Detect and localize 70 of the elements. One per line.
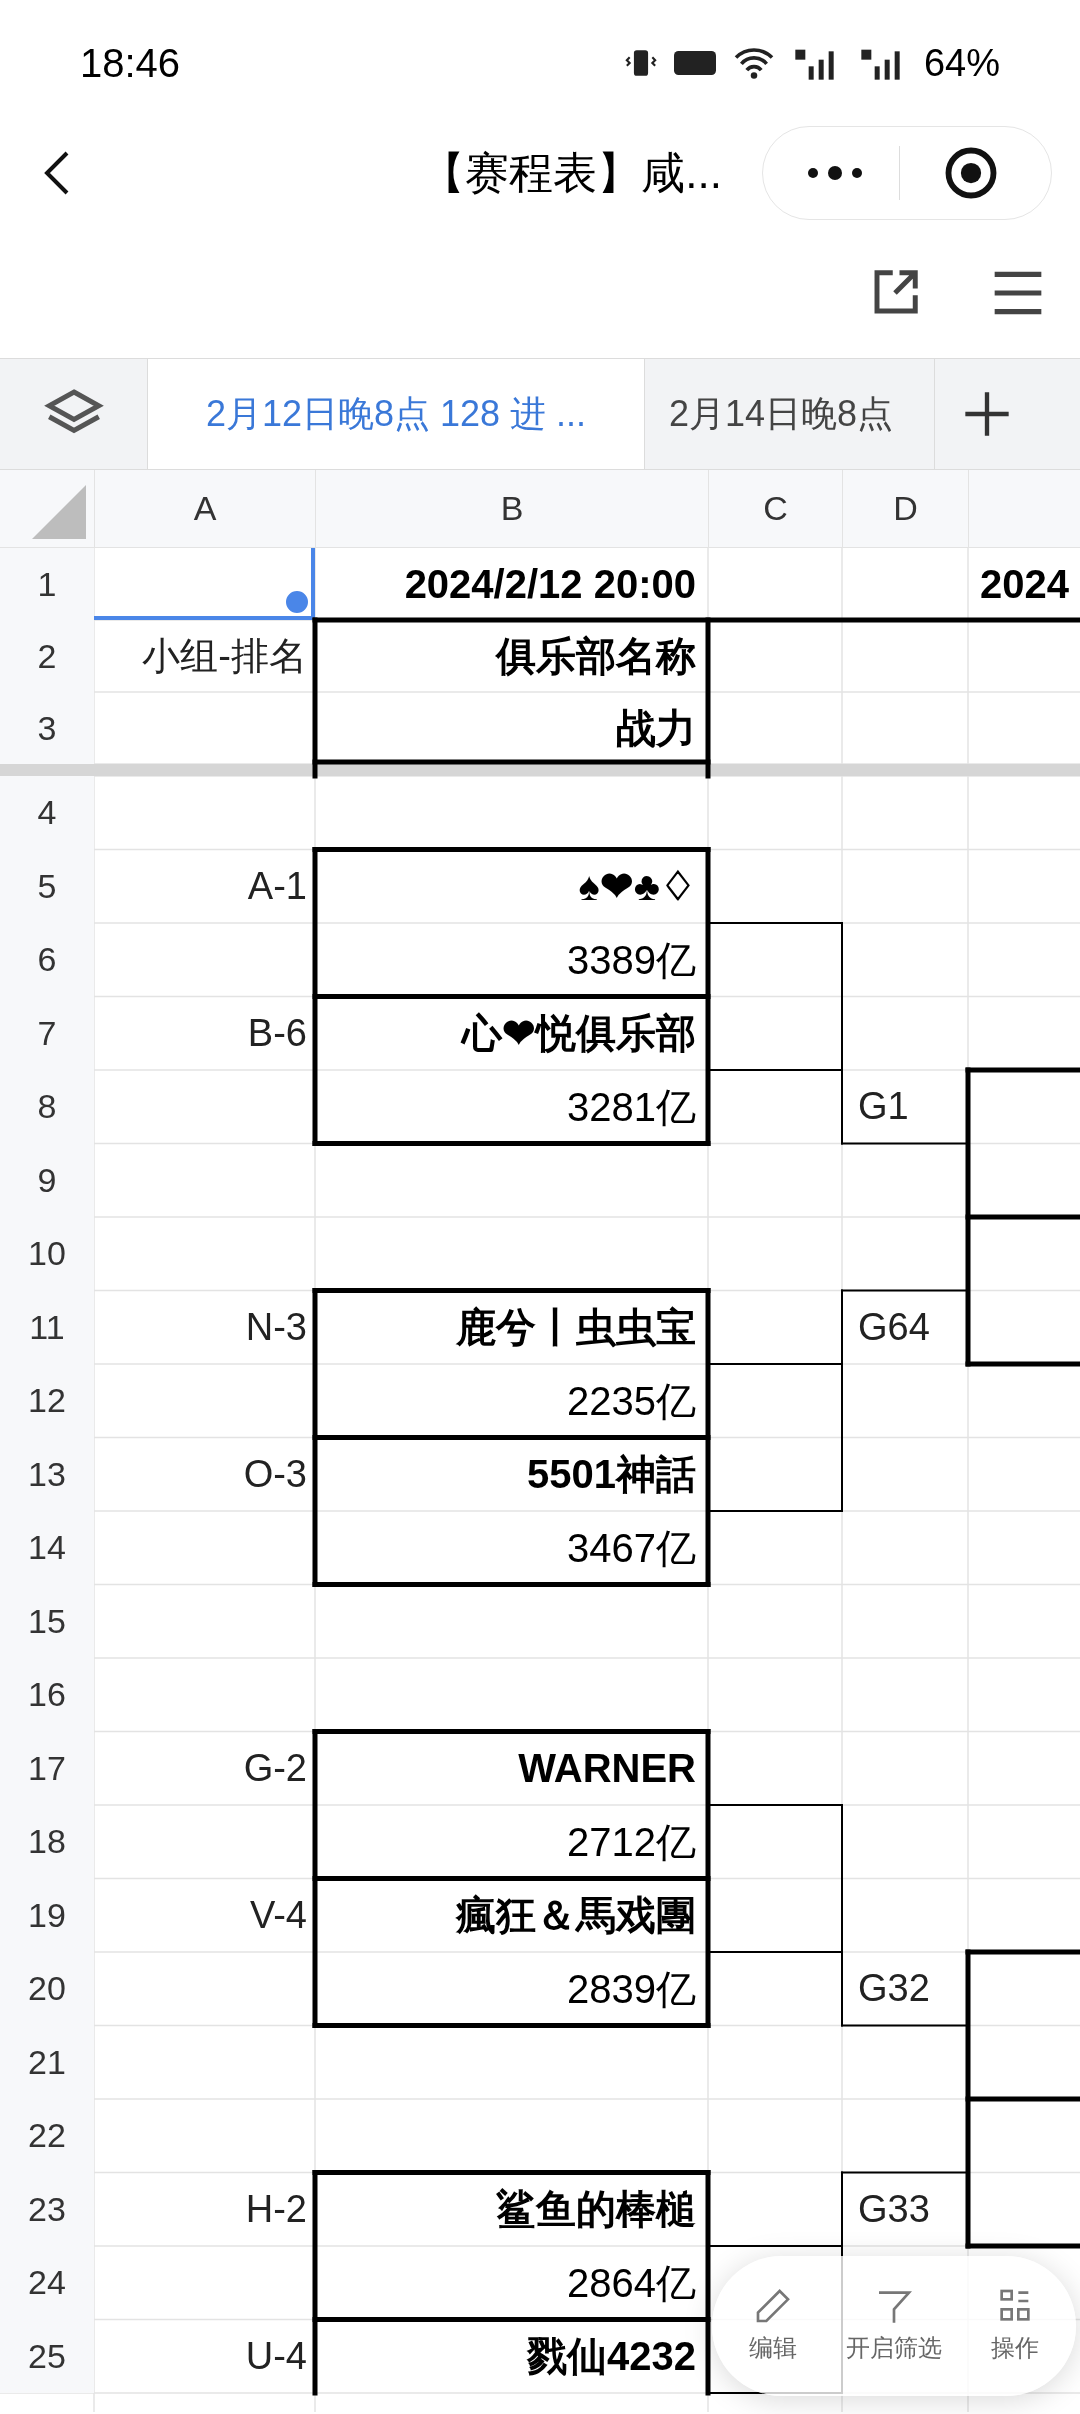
row-number: 13 [0,1437,94,1511]
row-number: 24 [0,2246,94,2320]
row-number: 7 [0,996,94,1070]
table-cell-text: 2024/2/12 20:00 [404,561,696,608]
selected-cell[interactable] [94,548,315,620]
table-cell-text: N-3 [245,1304,307,1350]
toolbar-button[interactable]: 操作 [991,2286,1040,2366]
column-header[interactable]: A [94,470,315,547]
row-number: 17 [0,1731,94,1805]
table-cell-text: 3281亿 [567,1083,696,1131]
table-cell-text: 鲨鱼的棒槌 [496,2186,696,2234]
sheet-tab[interactable]: 2月12日晚8点 128 进 ... [148,359,645,469]
row-number: 8 [0,1070,94,1144]
table-cell-text: G32 [858,1966,930,2012]
status-time: 18:46 [80,40,181,87]
row-number: 5 [0,849,94,923]
table-cell-text: WARNER [518,1745,696,1793]
table-cell-text: G-2 [243,1745,307,1791]
row-number: 4 [0,776,94,850]
row-number: 6 [0,923,94,997]
table-cell-text: 3389亿 [567,936,696,984]
table-cell-text: 2864亿 [567,2259,696,2307]
row-number: 10 [0,1217,94,1291]
table-cell-text: G1 [858,1084,909,1130]
row-number: 1 [0,548,94,620]
table-cell-text: G33 [858,2186,930,2232]
row-number: 20 [0,1952,94,2026]
table-cell-text: 战力 [616,705,696,752]
table-cell-text: 戮仙4232 [527,2333,696,2381]
row-number: 16 [0,1658,94,1732]
row-number: 21 [0,2025,94,2099]
row-number: 18 [0,1805,94,1879]
row-number: 23 [0,2172,94,2246]
table-cell-text: 2839亿 [567,1965,696,2013]
table-cell-text: 小组-排名 [142,633,307,679]
table-cell-text: H-2 [245,2186,307,2232]
row-number: 9 [0,1143,94,1217]
table-cell-text: 俱乐部名称 [496,633,696,680]
table-cell-text: V-4 [249,1892,307,1938]
table-cell-text: 瘋狂＆馬戏團 [456,1892,696,1940]
table-cell-text: ♠❤♣♢ [578,863,696,911]
page-title: 【赛程表】咸... [421,147,722,199]
column-header[interactable]: B [315,470,708,547]
column-header[interactable]: D [842,470,968,547]
row-number: 14 [0,1511,94,1585]
toolbar-button[interactable]: 开启筛选 [846,2286,942,2366]
table-cell-text: 2235亿 [567,1377,696,1425]
table-cell-text: 鹿兮丨虫虫宝 [456,1304,696,1352]
table-cell-text: O-3 [243,1451,307,1497]
table-cell-text: 心❤悦俱乐部 [462,1010,696,1058]
row-number: 11 [0,1290,94,1364]
table-cell-text: 2024 [980,561,1069,608]
table-cell-text: 5501神話 [527,1451,696,1499]
table-cell-text: G64 [858,1304,930,1350]
table-cell-text: 3467亿 [567,1524,696,1572]
row-number: 2 [0,620,94,692]
toolbar-button[interactable]: 编辑 [748,2286,797,2366]
row-number: 22 [0,2099,94,2173]
table-cell-text: U-4 [245,2333,307,2379]
row-number: 15 [0,1584,94,1658]
record-icon[interactable] [944,146,998,200]
column-header[interactable]: C [708,470,842,547]
row-number: 3 [0,692,94,764]
row-number: 19 [0,1878,94,1952]
table-cell-text: 2712亿 [567,1818,696,1866]
table-cell-text: B-6 [247,1010,307,1056]
row-number: 12 [0,1364,94,1438]
table-cell-text: A-1 [247,863,307,909]
row-number: 25 [0,2319,94,2393]
battery-level: 64% [923,40,1000,86]
